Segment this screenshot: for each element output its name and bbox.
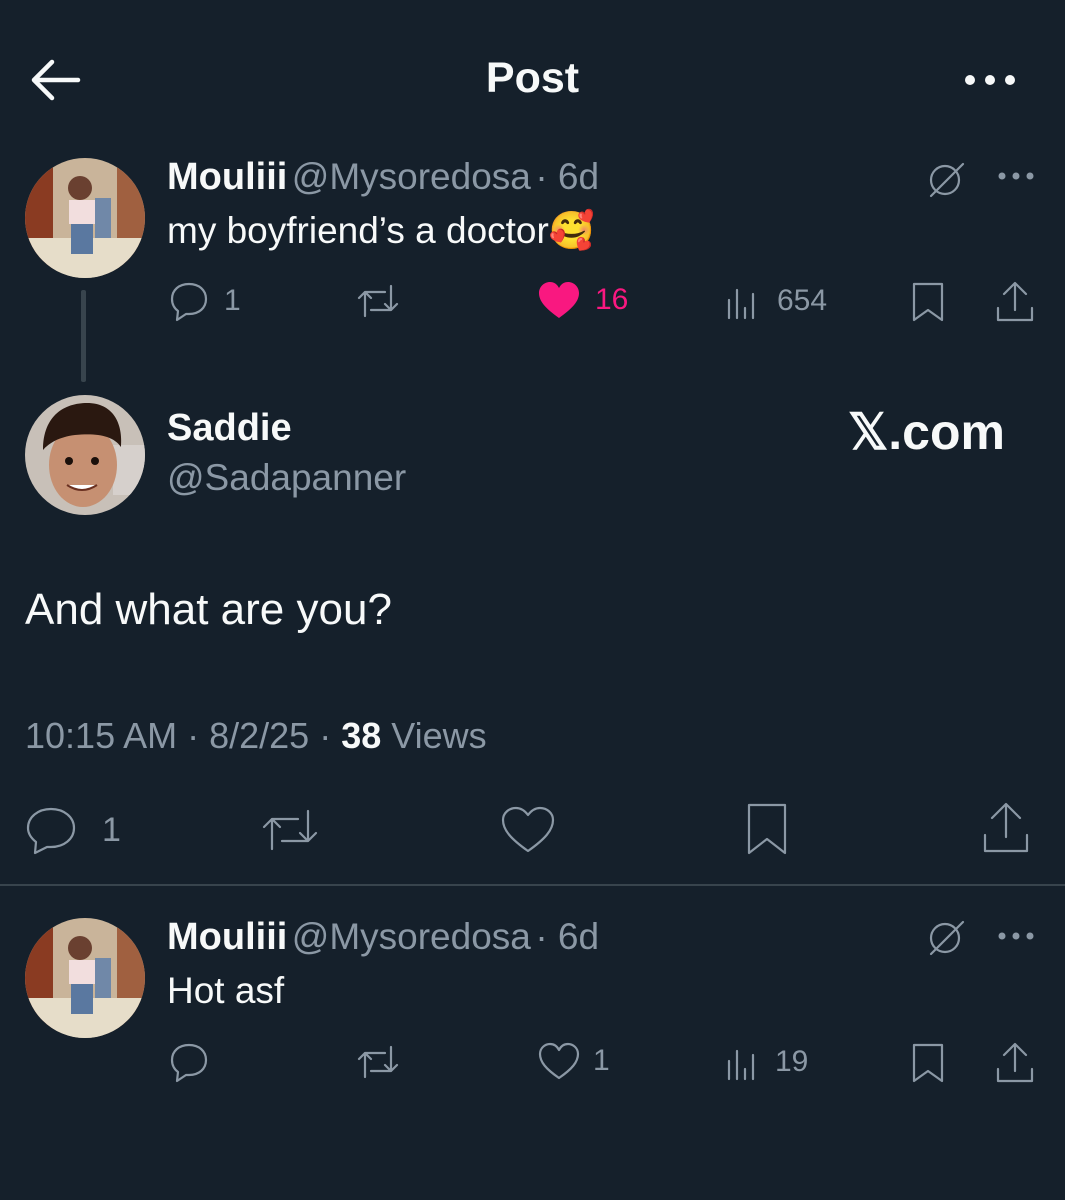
bookmark-icon[interactable] — [910, 280, 946, 324]
avatar[interactable] — [25, 395, 145, 515]
post-text: And what are you? — [25, 585, 392, 634]
top-bar: Post — [0, 0, 1065, 140]
post-date: · 8/2/25 · — [187, 715, 332, 756]
tweet-header: Mouliii @Mysoredosa · 6d — [167, 916, 599, 959]
tweet-header: Mouliii @Mysoredosa · 6d — [167, 156, 599, 199]
views-count: 19 — [775, 1045, 809, 1078]
reply-button[interactable]: 1 — [24, 805, 121, 855]
bookmark-icon[interactable] — [744, 801, 790, 857]
views-count: 654 — [777, 284, 828, 317]
reply-button[interactable]: 1 — [168, 280, 241, 322]
avatar[interactable] — [25, 918, 145, 1038]
main-post: Saddie @Sadapanner 𝕏.com And what are yo… — [0, 385, 1065, 885]
bookmark-icon[interactable] — [910, 1041, 946, 1085]
like-button[interactable]: 16 — [537, 280, 628, 320]
grok-icon[interactable] — [925, 918, 969, 958]
grok-icon[interactable] — [925, 160, 969, 200]
author-name[interactable]: Saddie — [167, 407, 292, 450]
author-handle[interactable]: @Mysoredosa — [292, 916, 531, 957]
views-button[interactable]: 19 — [723, 1041, 808, 1083]
post-time: 10:15 AM — [25, 715, 178, 756]
post-meta: 10:15 AM · 8/2/25 · 38 Views — [25, 715, 487, 757]
share-icon[interactable] — [994, 280, 1036, 324]
author-name[interactable]: Mouliii — [167, 156, 287, 198]
tweet-text: Hot asf — [167, 970, 285, 1011]
tweet-text: my boyfriend’s a doctor🥰 — [167, 210, 595, 251]
tweet-time: · 6d — [535, 916, 600, 957]
page-title: Post — [485, 54, 580, 102]
like-button[interactable]: 1 — [537, 1041, 610, 1081]
reply-count: 1 — [224, 284, 241, 317]
views-count[interactable]: 38 — [341, 715, 381, 756]
reply-count: 1 — [102, 810, 121, 849]
avatar[interactable] — [25, 158, 145, 278]
tweet-more-icon[interactable] — [996, 168, 1036, 184]
author-name[interactable]: Mouliii — [167, 916, 287, 958]
more-options-icon[interactable] — [960, 66, 1020, 94]
views-label: Views — [391, 715, 487, 756]
thread-line — [81, 290, 86, 382]
author-handle[interactable]: @Sadapanner — [167, 457, 406, 499]
reply-icon[interactable] — [168, 1041, 210, 1083]
repost-button[interactable] — [355, 280, 401, 322]
repost-icon[interactable] — [355, 1041, 401, 1083]
share-icon[interactable] — [980, 801, 1032, 855]
tweet-time: · 6d — [535, 156, 600, 197]
parent-tweet[interactable]: Mouliii @Mysoredosa · 6d my boyfriend’s … — [0, 140, 1065, 385]
like-count: 16 — [595, 283, 629, 316]
like-count: 1 — [593, 1044, 610, 1077]
share-icon[interactable] — [994, 1041, 1036, 1085]
reply-tweet[interactable]: Mouliii @Mysoredosa · 6d Hot asf 1 19 — [0, 886, 1065, 1200]
like-icon[interactable] — [500, 805, 556, 855]
author-handle[interactable]: @Mysoredosa — [292, 156, 531, 197]
tweet-more-icon[interactable] — [996, 928, 1036, 944]
x-com-watermark: 𝕏.com — [848, 404, 1005, 460]
views-button[interactable]: 654 — [723, 280, 827, 322]
repost-icon[interactable] — [260, 805, 320, 855]
